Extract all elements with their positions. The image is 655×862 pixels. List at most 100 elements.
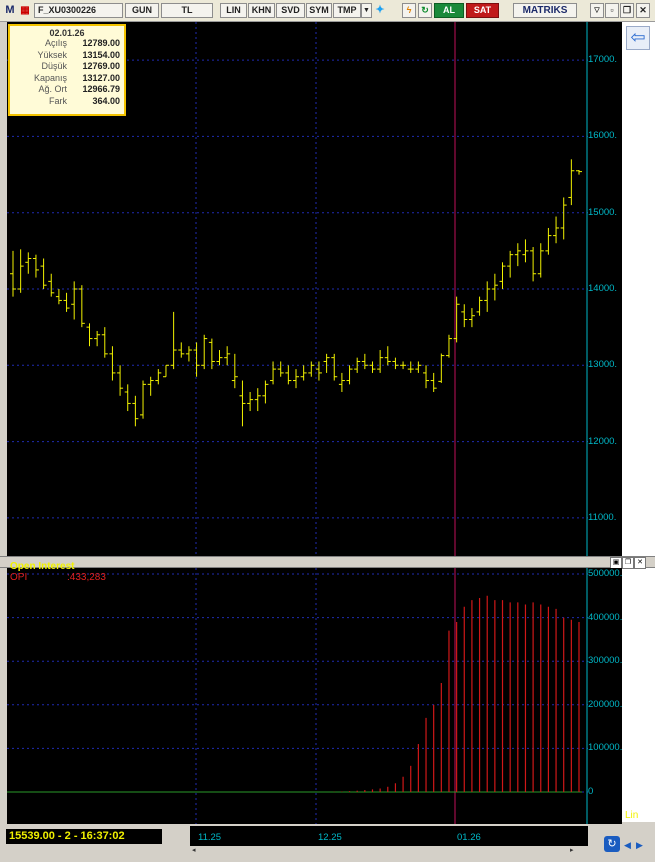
price-bar (430, 372, 437, 392)
price-bar (101, 327, 108, 358)
price-bar (71, 281, 78, 320)
info-row: Yüksek 13154.00 (10, 50, 124, 62)
sell-button[interactable]: SAT (466, 3, 499, 18)
price-bar (285, 365, 292, 385)
price-bar (185, 346, 192, 362)
period-button[interactable]: GUN (125, 3, 159, 18)
price-bar (132, 395, 139, 427)
symbol-field[interactable]: F_XU0300226 (34, 3, 123, 18)
price-bar (63, 292, 70, 312)
info-value: 364.00 (92, 95, 120, 106)
info-value: 13127.00 (82, 72, 120, 83)
info-value: 12789.00 (82, 38, 120, 48)
price-bar (530, 247, 537, 282)
info-value: 12769.00 (82, 61, 120, 71)
buy-button[interactable]: AL (434, 3, 464, 18)
open-interest-chart[interactable]: Open Interest OPI :433,283 (7, 561, 588, 824)
info-label: Düşük (41, 61, 67, 71)
nav-right-icon[interactable]: ▶ (636, 840, 643, 851)
price-bar (178, 342, 185, 358)
scroll-left-icon[interactable]: ◂ (192, 846, 200, 854)
currency-button[interactable]: TL (161, 3, 213, 18)
date-label-1: 11.25 (198, 832, 222, 843)
info-value: 12966.79 (82, 84, 120, 94)
dropdown-icon[interactable]: ▼ (361, 3, 372, 18)
oi-scale-label[interactable]: Lin (625, 810, 638, 821)
price-tick-label: 15000. (588, 206, 618, 218)
price-bar (369, 361, 376, 373)
sync-icon[interactable]: ↻ (604, 836, 620, 852)
price-bar (560, 197, 567, 240)
price-tick-label: 17000. (588, 54, 618, 66)
scroll-right-icon[interactable]: ▸ (570, 846, 578, 854)
price-bar (55, 289, 62, 305)
oi-tick-label: 300000. (588, 655, 623, 667)
oi-tick-label: 500000. (588, 568, 623, 579)
price-bar (247, 391, 254, 412)
price-bar (476, 296, 483, 316)
price-bar (208, 338, 215, 370)
price-bar (354, 357, 361, 373)
panel-close-icon[interactable]: ✕ (634, 557, 646, 569)
price-bar (468, 308, 475, 328)
price-bar (231, 353, 238, 389)
price-bar (170, 311, 177, 370)
oi-tick-label: 200000. (588, 698, 623, 710)
panel-separator[interactable]: ▣ ❐ ✕ (0, 556, 655, 569)
ohlc-info-box: 02.01.26 Açılış 12789.00 Yüksek 13154.00 Düş… (8, 24, 126, 116)
price-bar (392, 357, 399, 370)
sym-button[interactable]: SYM (306, 3, 332, 18)
panel-restore-icon[interactable]: ❐ (622, 557, 634, 569)
oi-chart-svg (7, 568, 588, 824)
price-bar (423, 365, 430, 389)
price-bar (262, 380, 269, 404)
price-bar (193, 342, 200, 377)
price-bar (293, 369, 299, 389)
info-value: 13154.00 (82, 49, 120, 60)
m-label[interactable]: M (3, 3, 17, 18)
price-bar (155, 369, 162, 385)
price-bar (537, 243, 544, 278)
info-row: Düşük 12769.00 (10, 61, 124, 73)
svd-button[interactable]: SVD (276, 3, 305, 18)
price-bar (377, 350, 384, 373)
price-bar (109, 346, 116, 381)
scale-button[interactable]: LIN (220, 3, 247, 18)
info-label: Fark (49, 95, 67, 106)
price-bar (553, 216, 560, 244)
refresh-icon[interactable]: ↻ (418, 3, 432, 18)
price-tick-label: 16000. (588, 130, 618, 142)
nav-left-icon[interactable]: ◀ (624, 840, 631, 851)
price-bar (254, 388, 261, 412)
info-row: Ağ. Ort 12966.79 (10, 84, 124, 96)
price-bar (216, 350, 223, 366)
price-bar (25, 252, 32, 274)
oi-tick-label: 400000. (588, 611, 623, 623)
price-bar (491, 273, 498, 301)
date-label-3: 01.26 (457, 832, 481, 843)
chart-icon: ▦ (20, 5, 30, 16)
price-bar (124, 384, 131, 412)
price-bar (384, 346, 391, 366)
price-tick-label: 12000. (588, 435, 618, 447)
oi-tick-label: 100000. (588, 742, 623, 754)
tmp-button[interactable]: TMP (333, 3, 361, 18)
khn-button[interactable]: KHN (248, 3, 275, 18)
close-icon[interactable]: ✕ (636, 3, 650, 18)
price-bar (162, 364, 169, 378)
info-label: Yüksek (37, 49, 67, 60)
collapse-icon[interactable]: ▽ (590, 3, 604, 18)
twitter-icon[interactable]: ✦ (373, 3, 387, 18)
price-bar (78, 285, 85, 328)
price-bar (10, 250, 16, 297)
back-arrow-icon[interactable]: ⇦ (626, 26, 650, 50)
oi-series-label: OPI (10, 572, 28, 583)
price-bar (484, 281, 491, 312)
price-bar (415, 361, 422, 373)
restore-icon[interactable]: ❐ (620, 3, 634, 18)
price-bar (32, 254, 39, 278)
lightning-icon[interactable]: ϟ (402, 3, 416, 18)
price-bar (48, 273, 55, 297)
minimize-icon[interactable]: ▫ (605, 3, 619, 18)
price-bar (461, 304, 468, 328)
